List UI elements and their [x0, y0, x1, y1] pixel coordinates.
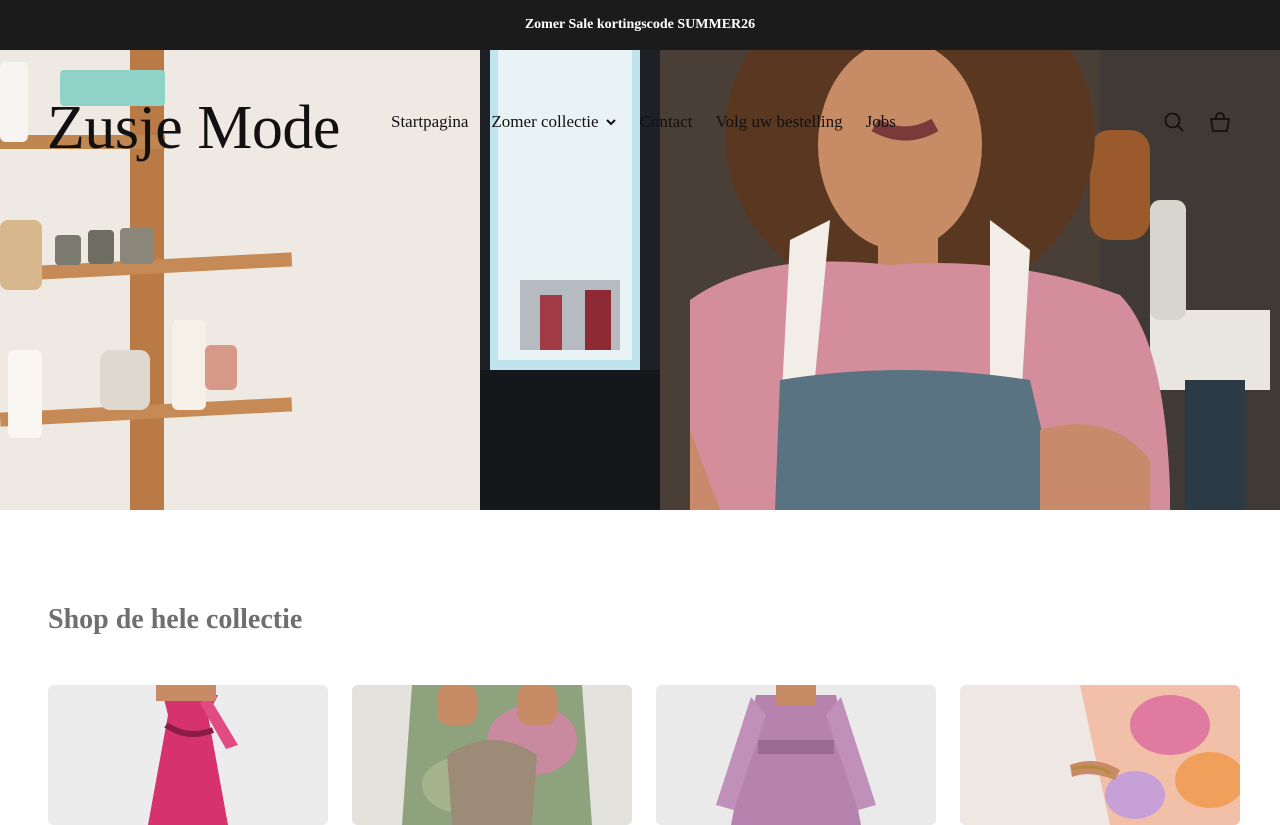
announcement-bar: Zomer Sale kortingscode SUMMER26	[0, 0, 1280, 50]
nav-link-zomer-collectie[interactable]: Zomer collectie	[491, 112, 616, 132]
announcement-text: Zomer Sale kortingscode SUMMER26	[524, 17, 756, 32]
product-image	[960, 685, 1240, 825]
chevron-down-icon	[605, 119, 616, 126]
section-title: Shop de hele collectie	[48, 604, 303, 635]
site-header: Zusje Mode Startpagina Zomer collectie C…	[0, 50, 1280, 194]
product-image	[352, 685, 632, 825]
nav-link-label: Zomer collectie	[491, 112, 599, 131]
product-image	[48, 685, 328, 825]
nav-link-startpagina[interactable]: Startpagina	[391, 112, 468, 132]
product-card[interactable]	[352, 685, 632, 825]
store-logo[interactable]: Zusje Mode	[47, 92, 340, 164]
product-image	[656, 685, 936, 825]
main-navigation: Startpagina Zomer collectie Contact Volg…	[391, 110, 896, 134]
nav-link-contact[interactable]: Contact	[640, 112, 693, 132]
product-grid	[48, 685, 1240, 825]
nav-link-volg-uw-bestelling[interactable]: Volg uw bestelling	[715, 112, 842, 132]
nav-link-jobs[interactable]: Jobs	[866, 112, 896, 132]
cart-icon[interactable]	[1208, 110, 1232, 134]
product-card[interactable]	[960, 685, 1240, 825]
product-card[interactable]	[656, 685, 936, 825]
product-card[interactable]	[48, 685, 328, 825]
header-actions	[1162, 110, 1232, 134]
search-icon[interactable]	[1162, 110, 1186, 134]
